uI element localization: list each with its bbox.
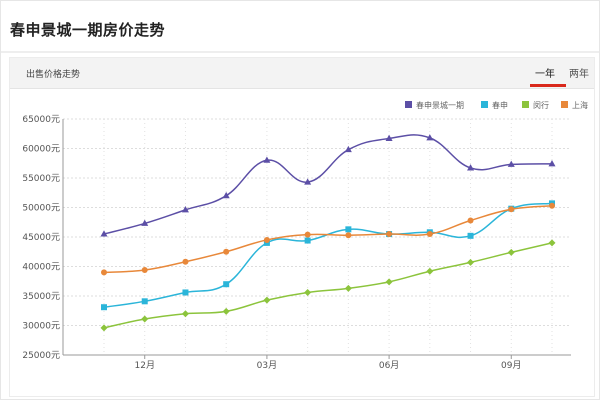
legend-label: 春申景城一期 xyxy=(416,100,464,110)
y-tick-label: 35000元 xyxy=(22,292,60,302)
data-point-diamond xyxy=(507,248,515,256)
data-point-square xyxy=(223,281,230,288)
data-point-circle xyxy=(101,269,107,276)
y-tick-label: 60000元 xyxy=(22,145,60,155)
data-point-circle xyxy=(304,231,311,238)
legend-swatch xyxy=(405,101,412,108)
legend-swatch xyxy=(561,101,568,108)
data-point-circle xyxy=(223,248,230,255)
x-tick-label: 12月 xyxy=(135,360,155,371)
x-tick-label: 09月 xyxy=(501,360,521,371)
data-point-diamond xyxy=(548,239,556,247)
data-point-circle xyxy=(549,202,555,209)
data-point-square xyxy=(304,237,311,244)
series-line-0 xyxy=(103,134,553,235)
data-point-circle xyxy=(182,258,189,265)
y-tick-label: 25000元 xyxy=(22,351,60,361)
data-point-circle xyxy=(141,267,148,274)
data-point-circle xyxy=(508,206,515,213)
series-line-3 xyxy=(103,204,553,274)
data-point-circle xyxy=(345,232,352,239)
data-point-diamond xyxy=(141,315,149,323)
chart-card: 春申景城一期房价走势 出售价格走势 一年 两年 25000元 30000元 3500… xyxy=(0,0,600,400)
legend-label: 闵行 xyxy=(533,100,549,110)
x-tick-label: 03月 xyxy=(257,360,277,371)
price-trend-chart: 25000元 30000元 35000元 40000元 45000元 50000元 5500… xyxy=(22,100,588,371)
data-point-diamond xyxy=(181,310,189,318)
data-point-square xyxy=(345,226,352,233)
data-point-diamond xyxy=(100,324,108,332)
legend-label: 春申 xyxy=(492,100,508,110)
y-tick-label: 50000元 xyxy=(22,204,60,214)
data-point-circle xyxy=(263,236,270,243)
x-tick-label: 06月 xyxy=(379,360,399,371)
data-point-square xyxy=(182,289,189,296)
data-point-circle xyxy=(467,217,474,224)
data-point-diamond xyxy=(222,307,230,315)
legend-swatch xyxy=(481,101,488,108)
data-point-diamond xyxy=(467,258,475,266)
data-point-circle xyxy=(426,231,433,238)
legend-swatch xyxy=(522,101,529,108)
data-point-diamond xyxy=(304,288,312,296)
series-line-1 xyxy=(103,202,553,308)
data-point-circle xyxy=(386,231,393,238)
data-point-square xyxy=(141,298,148,305)
series-line-2 xyxy=(103,242,553,329)
y-tick-label: 45000元 xyxy=(22,233,60,243)
data-point-square xyxy=(101,304,107,311)
data-point-triangle xyxy=(222,191,230,199)
data-point-diamond xyxy=(263,296,271,304)
y-tick-label: 30000元 xyxy=(22,322,60,332)
data-point-diamond xyxy=(426,267,434,275)
data-point-square xyxy=(467,232,474,239)
data-point-diamond xyxy=(385,278,393,286)
y-tick-label: 65000元 xyxy=(22,115,60,125)
data-point-diamond xyxy=(344,284,352,292)
legend-label: 上海 xyxy=(572,100,588,110)
y-tick-label: 40000元 xyxy=(22,263,60,273)
y-tick-label: 55000元 xyxy=(22,174,60,184)
